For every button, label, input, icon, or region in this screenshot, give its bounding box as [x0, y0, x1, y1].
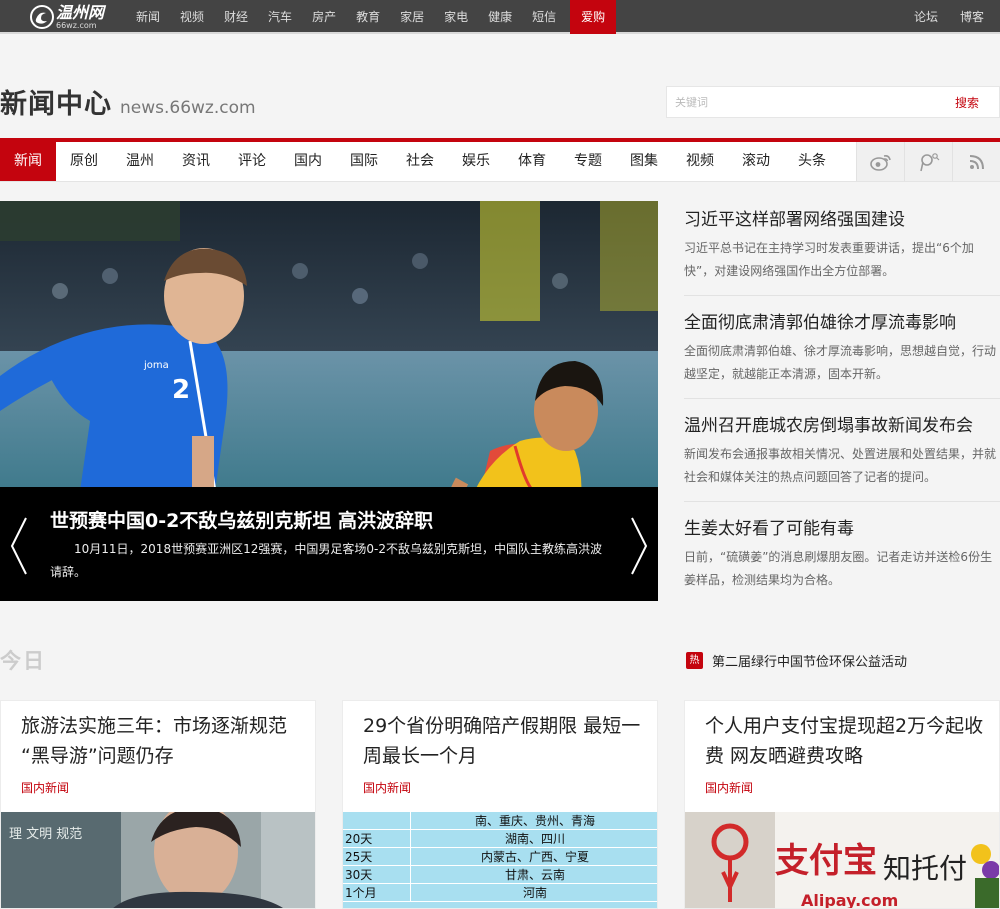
chevron-right-icon[interactable] — [628, 516, 650, 576]
news-summary: 习近平总书记在主持学习时发表重要讲话，提出“6个加快”，对建设网络强国作出全方位… — [684, 241, 974, 278]
tab-item[interactable]: 图集 — [616, 142, 672, 181]
news-headline[interactable]: 习近平这样部署网络强国建设 — [684, 205, 1000, 235]
card-title[interactable]: 旅游法实施三年：市场逐渐规范 “黑导游”问题仍存 — [21, 711, 301, 771]
top-bar: 温州网 66wz.com 新闻 视频 财经 汽车 房产 教育 家居 家电 健康 … — [0, 0, 1000, 34]
tencent-weibo-icon[interactable] — [904, 142, 952, 181]
tab-item[interactable]: 专题 — [560, 142, 616, 181]
news-headline[interactable]: 生姜太好看了可能有毒 — [684, 514, 1000, 544]
tab-item[interactable]: 评论 — [224, 142, 280, 181]
tab-item[interactable]: 社会 — [392, 142, 448, 181]
side-news-list: 习近平这样部署网络强国建设 习近平总书记在主持学习时发表重要讲话，提出“6个加快… — [684, 205, 1000, 616]
logo-text: 温州网 — [56, 2, 105, 22]
search-input[interactable] — [667, 87, 937, 117]
card-image: 支付宝 Alipay.com 知托付 — [685, 812, 999, 909]
logo-domain: 66wz.com — [56, 20, 97, 30]
weibo-icon[interactable] — [856, 142, 904, 181]
alipay-slogan: 知托付 — [883, 852, 967, 885]
table-row: 25天 内蒙古、广西、宁夏 — [343, 848, 657, 866]
news-summary: 新闻发布会通报事故相关情况、处置进展和处置结果，并就社会和媒体关注的热点问题回答… — [684, 447, 997, 484]
hero-caption: 世预赛中国0-2不敌乌兹别克斯坦 高洪波辞职 10月11日，2018世预赛亚洲区… — [0, 487, 658, 601]
topnav-link[interactable]: 健康 — [478, 0, 522, 34]
page-title: 新闻中心 — [0, 89, 112, 120]
rss-icon[interactable] — [952, 142, 1000, 181]
table-row: 20天 湖南、四川 — [343, 830, 657, 848]
tab-item[interactable]: 头条 — [784, 142, 840, 181]
table-row: 南、重庆、贵州、青海 — [343, 812, 657, 830]
tab-item[interactable]: 国内 — [280, 142, 336, 181]
tab-item[interactable]: 原创 — [56, 142, 112, 181]
tab-item[interactable]: 滚动 — [728, 142, 784, 181]
hero-summary: 10月11日，2018世预赛亚洲区12强赛，中国男足客场0-2不敌乌兹别克斯坦，… — [50, 542, 602, 579]
card-title[interactable]: 个人用户支付宝提现超2万今起收费 网友晒避费攻略 — [705, 711, 985, 771]
alipay-domain: Alipay.com — [801, 891, 898, 909]
table-row: 30天 甘肃、云南 — [343, 866, 657, 884]
hot-link-text: 第二届绿行中国节俭环保公益活动 — [712, 654, 908, 670]
section-url: news.66wz.com — [120, 98, 256, 118]
card-title[interactable]: 29个省份明确陪产假期限 最短一周最长一个月 — [363, 711, 643, 771]
news-card[interactable]: 旅游法实施三年：市场逐渐规范 “黑导游”问题仍存 国内新闻 理 文明 规范 — [0, 700, 316, 909]
hero-title[interactable]: 世预赛中国0-2不敌乌兹别克斯坦 高洪波辞职 — [50, 506, 433, 533]
topnav-link[interactable]: 财经 — [214, 0, 258, 34]
hot-badge: 热 — [686, 651, 703, 669]
alipay-logo-text: 支付宝 — [775, 841, 877, 881]
today-section-title: 今日 — [0, 649, 46, 673]
topnav-link-hot[interactable]: 爱购 — [570, 0, 617, 34]
tab-news[interactable]: 新闻 — [0, 142, 56, 181]
card-category[interactable]: 国内新闻 — [705, 779, 753, 796]
list-item: 温州召开鹿城农房倒塌事故新闻发布会 新闻发布会通报事故相关情况、处置进展和处置结… — [684, 411, 1000, 502]
card-thumbnail[interactable]: 南、重庆、贵州、青海 20天 湖南、四川 25天 内蒙古、广西、宁夏 30天 甘肃、云… — [343, 812, 657, 908]
news-card[interactable]: 29个省份明确陪产假期限 最短一周最长一个月 国内新闻 南、重庆、贵州、青海 2… — [342, 700, 658, 909]
news-summary: 全面彻底肃清郭伯雄、徐才厚流毒影响，思想越自觉，行动越坚定，就越能正本清源，固本… — [684, 344, 997, 381]
tab-item[interactable]: 温州 — [112, 142, 168, 181]
main-nav: 新闻 原创 温州 资讯 评论 国内 国际 社会 娱乐 体育 专题 图集 视频 滚动 头条 — [0, 138, 1000, 182]
card-thumbnail[interactable]: 理 文明 规范 — [1, 812, 315, 908]
section-brand: 新闻中心 news.66wz.com — [0, 82, 256, 122]
tab-item[interactable]: 资讯 — [168, 142, 224, 181]
hot-activity-link[interactable]: 热 第二届绿行中国节俭环保公益活动 — [686, 650, 907, 670]
social-links — [856, 142, 1000, 181]
search-button[interactable]: 搜索 — [955, 94, 979, 111]
tab-item[interactable]: 娱乐 — [448, 142, 504, 181]
topnav-link[interactable]: 视频 — [170, 0, 214, 34]
topnav-link[interactable]: 房产 — [302, 0, 346, 34]
forum-link[interactable]: 论坛 — [914, 0, 938, 34]
topnav-link[interactable]: 家居 — [390, 0, 434, 34]
news-headline[interactable]: 温州召开鹿城农房倒塌事故新闻发布会 — [684, 411, 1000, 441]
card-category[interactable]: 国内新闻 — [363, 779, 411, 796]
card-thumbnail[interactable]: 支付宝 Alipay.com 知托付 — [685, 812, 999, 909]
topnav-link[interactable]: 短信 — [522, 0, 566, 34]
card-category[interactable]: 国内新闻 — [21, 779, 69, 796]
table-row: 1个月 河南 — [343, 884, 657, 902]
tab-item[interactable]: 视频 — [672, 142, 728, 181]
top-right-links: 论坛 博客 — [892, 0, 984, 34]
list-item: 习近平这样部署网络强国建设 习近平总书记在主持学习时发表重要讲话，提出“6个加快… — [684, 205, 1000, 296]
list-item: 生姜太好看了可能有毒 日前，“硫磺姜”的消息刷爆朋友圈。记者走访并送检6份生姜样… — [684, 514, 1000, 604]
topnav-link[interactable]: 新闻 — [126, 0, 170, 34]
blog-link[interactable]: 博客 — [960, 0, 984, 34]
news-summary: 日前，“硫磺姜”的消息刷爆朋友圈。记者走访并送检6份生姜样品，检测结果均为合格。 — [684, 550, 993, 587]
site-logo[interactable]: 温州网 66wz.com — [30, 3, 104, 31]
card-image: 理 文明 规范 — [1, 812, 315, 908]
paternity-leave-table: 南、重庆、贵州、青海 20天 湖南、四川 25天 内蒙古、广西、宁夏 30天 甘肃、云… — [343, 812, 657, 908]
hero-slider[interactable]: 2 joma 世预赛中国0-2不敌乌兹别克斯坦 高洪波辞职 10月11日，201… — [0, 201, 658, 601]
tab-item[interactable]: 体育 — [504, 142, 560, 181]
topnav-link[interactable]: 教育 — [346, 0, 390, 34]
news-card[interactable]: 个人用户支付宝提现超2万今起收费 网友晒避费攻略 国内新闻 支付宝 Alipay… — [684, 700, 1000, 909]
tab-item[interactable]: 国际 — [336, 142, 392, 181]
list-item: 全面彻底肃清郭伯雄徐才厚流毒影响 全面彻底肃清郭伯雄、徐才厚流毒影响，思想越自觉… — [684, 308, 1000, 399]
search-box: 搜索 — [666, 86, 1000, 118]
sign-text: 理 文明 规范 — [9, 827, 82, 842]
logo-swirl-icon — [30, 5, 54, 29]
topnav-link[interactable]: 家电 — [434, 0, 478, 34]
chevron-left-icon[interactable] — [8, 516, 30, 576]
jersey-number: 2 — [172, 375, 190, 405]
top-nav: 新闻 视频 财经 汽车 房产 教育 家居 家电 健康 短信 爱购 — [126, 0, 617, 34]
news-headline[interactable]: 全面彻底肃清郭伯雄徐才厚流毒影响 — [684, 308, 1000, 338]
topnav-link[interactable]: 汽车 — [258, 0, 302, 34]
jersey-brand: joma — [143, 360, 169, 371]
